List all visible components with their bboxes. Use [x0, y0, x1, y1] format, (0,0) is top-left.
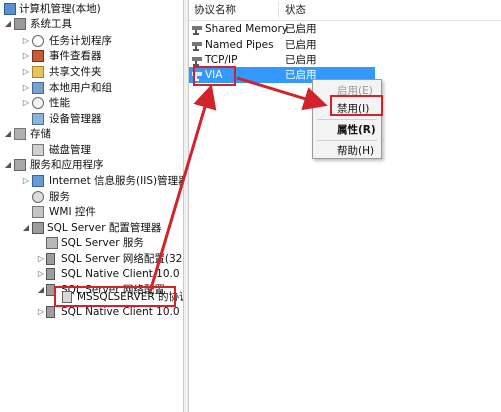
annotation-arrows: [148, 76, 328, 293]
arrow-to-disable: [236, 76, 328, 111]
arrow-to-via: [148, 84, 217, 293]
